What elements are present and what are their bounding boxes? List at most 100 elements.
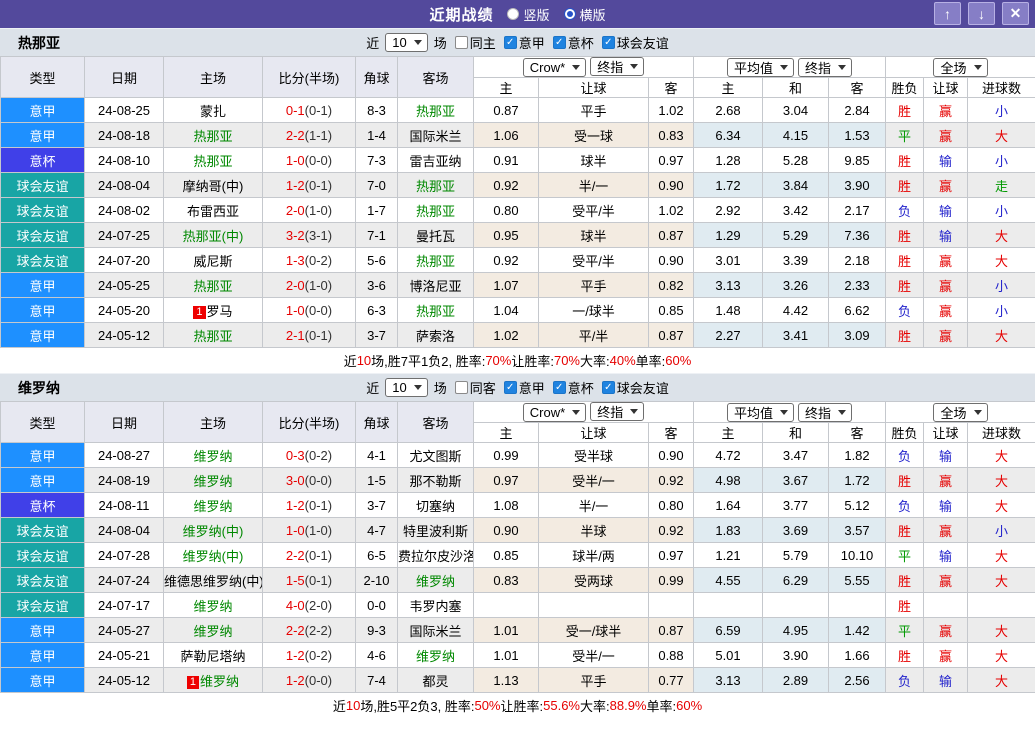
- score-cell: 0-3(0-2): [263, 443, 356, 468]
- competition-checkbox[interactable]: [553, 381, 566, 394]
- avg-away-cell: 1.42: [829, 618, 886, 643]
- header-select[interactable]: 终指: [798, 58, 852, 77]
- odds-home-cell: 0.85: [474, 543, 539, 568]
- rounds-select[interactable]: 10: [385, 33, 427, 52]
- avg-home-cell: 2.92: [694, 198, 763, 223]
- handicap-cell: 受一球: [539, 123, 649, 148]
- radio-vertical-layout[interactable]: 竖版: [507, 5, 549, 24]
- header-select[interactable]: Crow*: [523, 403, 586, 422]
- corners-cell: 4-7: [356, 518, 398, 543]
- home-team-cell: 热那亚: [164, 123, 263, 148]
- match-row: 意甲24-05-27维罗纳2-2(2-2)9-3国际米兰1.01受一/球半0.8…: [1, 618, 1035, 643]
- match-date-cell: 24-05-12: [85, 668, 164, 693]
- team-label: 那不勒斯: [409, 474, 461, 489]
- avg-home-cell: 4.72: [694, 443, 763, 468]
- team-label: 热那亚: [416, 179, 455, 194]
- header-select[interactable]: 全场: [933, 403, 987, 422]
- result-cell: 胜: [886, 148, 924, 173]
- odds-away-cell: 0.87: [649, 223, 694, 248]
- goals-result-cell: 大: [968, 443, 1035, 468]
- header-select[interactable]: Crow*: [523, 58, 586, 77]
- home-team-cell: 蒙扎: [164, 98, 263, 123]
- handicap-result-cell: 赢: [924, 618, 968, 643]
- rank-badge: 1: [193, 306, 205, 319]
- competition-checkbox[interactable]: [602, 381, 615, 394]
- fulltime-score: 1-3: [286, 253, 305, 268]
- same-venue-filter[interactable]: 同客: [455, 378, 496, 397]
- summary-segment: 大率:: [580, 351, 610, 370]
- avg-home-cell: 4.55: [694, 568, 763, 593]
- competition-filter[interactable]: 球会友谊: [602, 378, 669, 397]
- move-down-button[interactable]: ↓: [968, 2, 995, 25]
- match-type-cell: 球会友谊: [1, 568, 85, 593]
- corners-cell: 8-3: [356, 98, 398, 123]
- column-subheader: 让球: [924, 423, 968, 443]
- competition-filter[interactable]: 意甲: [504, 33, 545, 52]
- radio-horizontal-label: 横版: [580, 5, 606, 24]
- competition-label: 意杯: [568, 33, 594, 52]
- odds-away-cell: 0.82: [649, 273, 694, 298]
- corners-cell: 7-1: [356, 223, 398, 248]
- odds-home-cell: 0.87: [474, 98, 539, 123]
- home-team-cell: 热那亚: [164, 323, 263, 348]
- fulltime-score: 3-0: [286, 473, 305, 488]
- avg-away-cell: 3.09: [829, 323, 886, 348]
- competition-filter[interactable]: 意杯: [553, 33, 594, 52]
- move-up-button[interactable]: ↑: [934, 2, 961, 25]
- same-venue-filter[interactable]: 同主: [455, 33, 496, 52]
- halftime-score: (3-1): [305, 228, 332, 243]
- competition-checkbox[interactable]: [553, 36, 566, 49]
- column-header: 角球: [356, 402, 398, 443]
- handicap-cell: 半/一: [539, 173, 649, 198]
- header-select[interactable]: 终指: [590, 402, 644, 421]
- score-cell: 2-1(0-1): [263, 323, 356, 348]
- same-venue-checkbox[interactable]: [455, 36, 468, 49]
- result-cell: 胜: [886, 323, 924, 348]
- halftime-score: (1-1): [305, 128, 332, 143]
- handicap-cell: 球半: [539, 223, 649, 248]
- match-date-cell: 24-07-17: [85, 593, 164, 618]
- same-venue-checkbox[interactable]: [455, 381, 468, 394]
- competition-filter[interactable]: 意杯: [553, 378, 594, 397]
- odds-home-cell: 0.90: [474, 518, 539, 543]
- rounds-select[interactable]: 10: [385, 378, 427, 397]
- match-type-cell: 球会友谊: [1, 248, 85, 273]
- header-select[interactable]: 平均值: [727, 403, 794, 422]
- avg-away-cell: 2.56: [829, 668, 886, 693]
- handicap-cell: 平手: [539, 98, 649, 123]
- corners-cell: 0-0: [356, 593, 398, 618]
- header-select-group: Crow*终指: [474, 402, 694, 423]
- column-subheader: 胜负: [886, 78, 924, 98]
- match-type-cell: 意甲: [1, 98, 85, 123]
- odds-away-cell: 0.90: [649, 443, 694, 468]
- team-label: 维罗纳: [193, 474, 232, 489]
- home-team-cell: 维德思维罗纳(中): [164, 568, 263, 593]
- radio-horizontal-layout[interactable]: 横版: [564, 5, 606, 24]
- away-team-cell: 热那亚: [398, 198, 474, 223]
- away-team-cell: 那不勒斯: [398, 468, 474, 493]
- avg-away-cell: 5.12: [829, 493, 886, 518]
- header-select[interactable]: 全场: [933, 58, 987, 77]
- avg-draw-cell: 5.28: [763, 148, 829, 173]
- handicap-result-cell: 输: [924, 223, 968, 248]
- header-select[interactable]: 平均值: [727, 58, 794, 77]
- halftime-score: (0-0): [305, 673, 332, 688]
- column-subheader: 胜负: [886, 423, 924, 443]
- handicap-result-cell: 赢: [924, 643, 968, 668]
- team-label: 热那亚: [193, 279, 232, 294]
- column-subheader: 进球数: [968, 78, 1035, 98]
- competition-checkbox[interactable]: [602, 36, 615, 49]
- header-select[interactable]: 终指: [798, 403, 852, 422]
- score-cell: 1-5(0-1): [263, 568, 356, 593]
- competition-filter[interactable]: 球会友谊: [602, 33, 669, 52]
- header-select[interactable]: 终指: [590, 57, 644, 76]
- competition-checkbox[interactable]: [504, 381, 517, 394]
- match-date-cell: 24-05-27: [85, 618, 164, 643]
- close-button[interactable]: ✕: [1002, 2, 1029, 25]
- score-cell: 1-0(0-0): [263, 298, 356, 323]
- competition-checkbox[interactable]: [504, 36, 517, 49]
- odds-away-cell: 0.88: [649, 643, 694, 668]
- result-cell: 胜: [886, 248, 924, 273]
- halftime-score: (1-0): [305, 523, 332, 538]
- competition-filter[interactable]: 意甲: [504, 378, 545, 397]
